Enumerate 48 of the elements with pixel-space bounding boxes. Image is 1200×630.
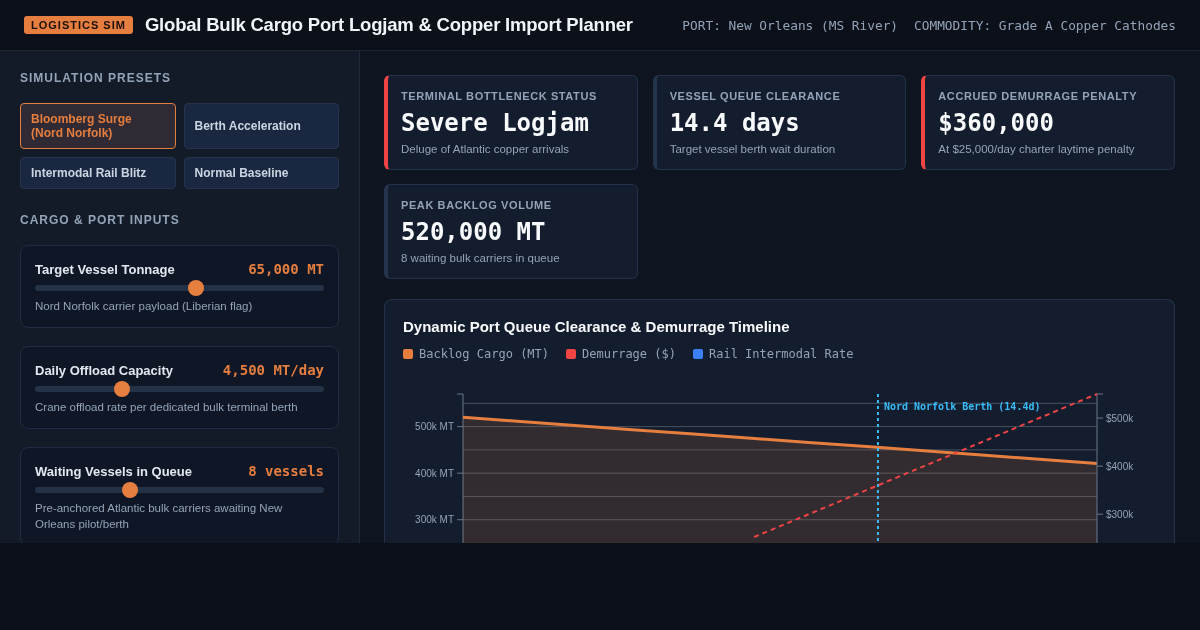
input-value: 4,500 MT/day [222,362,324,378]
kpi-value: 520,000 MT [401,218,547,246]
axis-tick-label: 300k MT [415,514,454,526]
axis-tick-label: $400k [1106,460,1134,472]
input-description: Nord Norfolk carrier payload (Liberian flag) [35,299,254,314]
kpi-note: At $25,000/day charter laytime penalty [938,142,1136,157]
header-meta-text: PORT: New Orleans (MS River) [682,17,899,33]
kpi-value: Severe Logjam [401,109,590,137]
slider-track[interactable] [35,381,324,397]
input-value: 65,000 MT [248,261,324,277]
app-title: Global Bulk Cargo Port Logjam & Copper Import Planner [144,14,633,36]
input-description: Crane offload rate per dedicated bulk terminal berth [35,400,299,415]
axis-tick-label: $500k [1106,412,1134,424]
axis-tick-label: 500k MT [415,421,454,433]
chart-title: Dynamic Port Queue Clearance & Demurrage Timeline [403,317,791,337]
kpi-note: Deluge of Atlantic copper arrivals [401,142,571,157]
input-value: 8 vessels [248,463,324,479]
axis-tick-label: 400k MT [415,467,454,479]
kpi-value: 14.4 days [669,109,801,137]
slider-track[interactable] [35,482,324,498]
input-label: Target Vessel Tonnage [35,261,175,277]
preset-button[interactable]: Intermodal Rail Blitz [20,157,176,189]
kpi-note: 8 waiting bulk carriers in queue [401,251,561,266]
input-label: Waiting Vessels in Queue [35,463,192,479]
preset-button[interactable]: Normal Baseline [183,157,339,189]
app-badge: LOGISTICS SIM [24,16,133,34]
header-meta-text: COMMODITY: Grade A Copper Cathodes [914,17,1176,33]
slider-thumb[interactable] [187,280,204,296]
kpi-note: Target vessel berth wait duration [669,142,837,157]
legend-label: Rail Intermodal Rate [708,347,854,361]
preset-button[interactable]: Bloomberg Surge (Nord Norfolk) [20,103,176,149]
kpi-label: TERMINAL BOTTLENECK STATUS [401,90,598,103]
slider-track[interactable] [35,280,324,296]
kpi-label: PEAK BACKLOG VOLUME [401,199,553,212]
kpi-value: $360,000 [938,109,1055,137]
slider-thumb[interactable] [122,482,139,498]
preset-button[interactable]: Berth Acceleration [183,103,339,149]
kpi-label: VESSEL QUEUE CLEARANCE [669,90,842,103]
legend-label: Backlog Cargo (MT) [419,347,550,361]
marker-label: Nord Norfolk Berth (14.4d) [883,401,1041,412]
slider-thumb[interactable] [114,381,131,397]
kpi-label: ACCRUED DEMURRAGE PENALTY [938,90,1139,103]
input-label: Daily Offload Capacity [35,362,173,378]
axis-tick-label: $300k [1106,508,1134,520]
section-heading: CARGO & PORT INPUTS [20,213,181,227]
section-heading: SIMULATION PRESETS [20,71,173,85]
input-description: Pre-anchored Atlantic bulk carriers awaiting New Orleans pilot/berth [35,501,284,532]
legend-label: Demurrage ($) [582,347,676,361]
